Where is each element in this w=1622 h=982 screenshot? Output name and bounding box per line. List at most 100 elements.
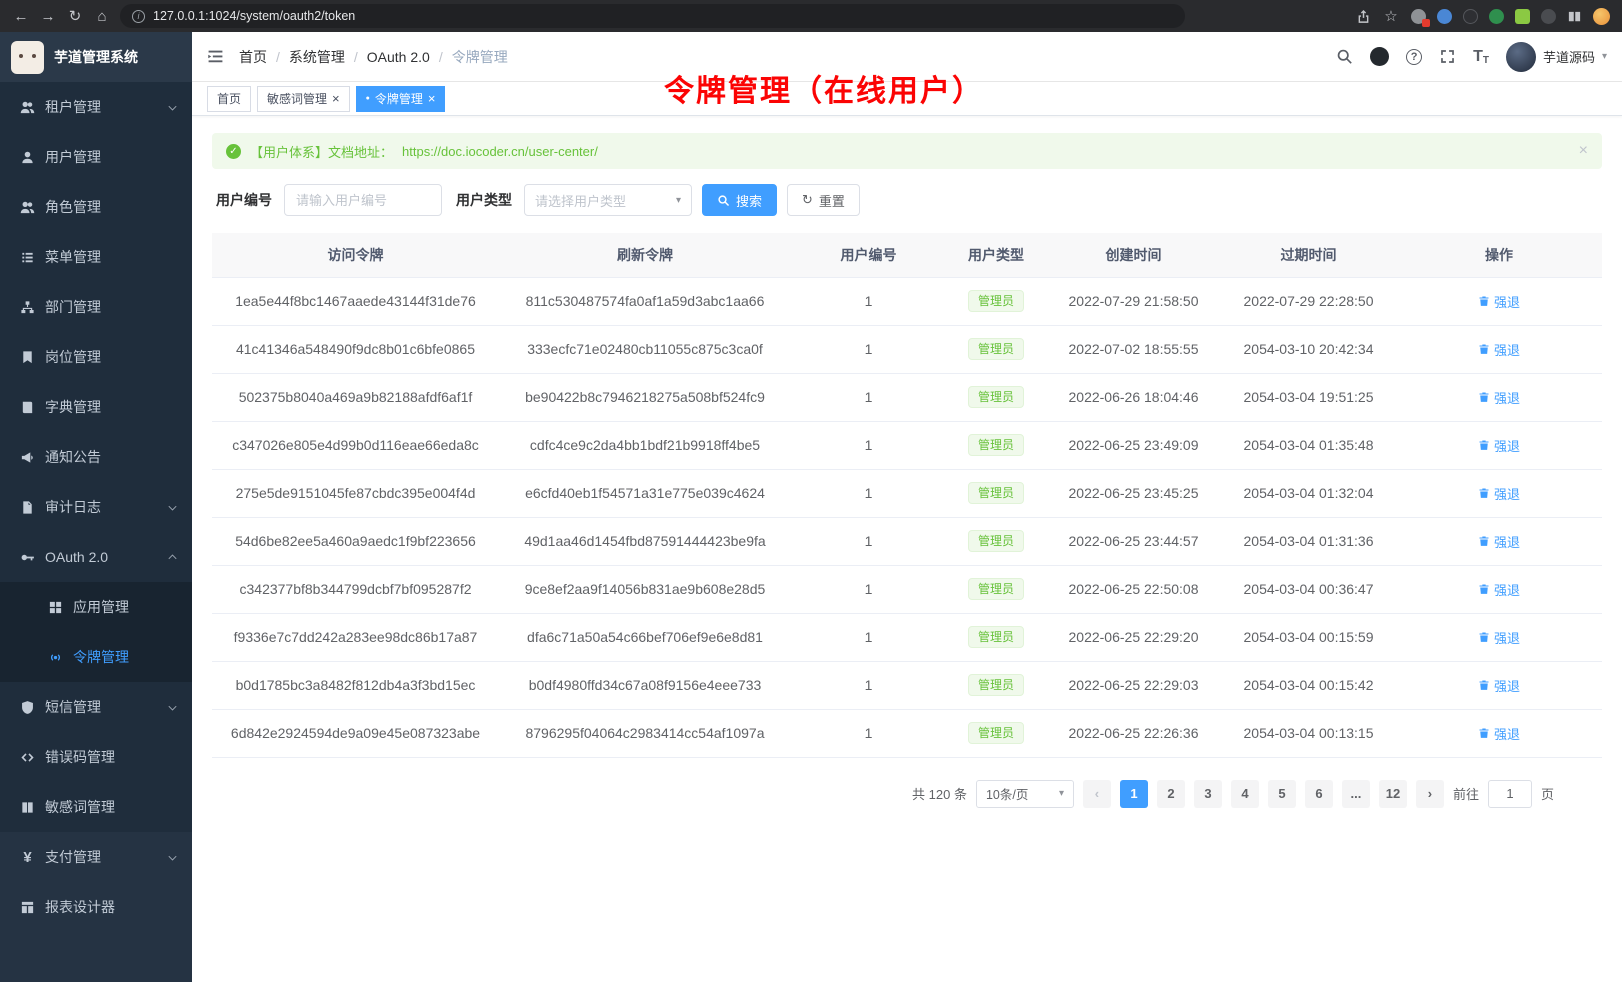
- sidebar-item-post-mgmt[interactable]: 岗位管理: [0, 332, 192, 382]
- close-tab-icon[interactable]: ×: [428, 92, 436, 105]
- tab-home[interactable]: 首页: [207, 86, 251, 112]
- force-logout-button[interactable]: 强退: [1478, 532, 1520, 551]
- extension-icon-6[interactable]: [1541, 9, 1556, 24]
- user-id-label: 用户编号: [216, 190, 272, 210]
- split-view-icon[interactable]: [1567, 9, 1582, 24]
- sidebar-item-audit-log[interactable]: 审计日志: [0, 482, 192, 532]
- sidebar-item-dict-mgmt[interactable]: 字典管理: [0, 382, 192, 432]
- sidebar-item-tenant-mgmt[interactable]: 租户管理: [0, 82, 192, 132]
- doc-link[interactable]: https://doc.iocoder.cn/user-center/: [402, 144, 598, 159]
- user-type-badge: 管理员: [968, 626, 1024, 648]
- user-menu[interactable]: 芋道源码 ▾: [1506, 42, 1607, 72]
- sidebar-item-user-mgmt[interactable]: 用户管理: [0, 132, 192, 182]
- force-logout-button[interactable]: 强退: [1478, 676, 1520, 695]
- table-row: 502375b8040a469a9b82188afdf6af1f be90422…: [212, 373, 1602, 421]
- token-broadcast-icon: [48, 650, 63, 665]
- bookmark-star-icon[interactable]: ☆: [1382, 7, 1400, 25]
- force-logout-button[interactable]: 强退: [1478, 292, 1520, 311]
- sidebar-item-notice[interactable]: 通知公告: [0, 432, 192, 482]
- page-button-1[interactable]: 1: [1120, 780, 1148, 808]
- table-row: b0d1785bc3a8482f812db4a3f3bd15ec b0df498…: [212, 661, 1602, 709]
- sidebar-item-menu-mgmt[interactable]: 菜单管理: [0, 232, 192, 282]
- extension-icon-2[interactable]: [1437, 9, 1452, 24]
- extension-icon-1[interactable]: [1411, 9, 1426, 24]
- search-button[interactable]: 搜索: [702, 184, 777, 216]
- sidebar-item-dept-mgmt[interactable]: 部门管理: [0, 282, 192, 332]
- goto-suffix: 页: [1541, 784, 1554, 803]
- sidebar-item-token-mgmt[interactable]: 令牌管理: [0, 632, 192, 682]
- tab-token-mgmt[interactable]: ● 令牌管理 ×: [356, 86, 446, 112]
- col-created-time: 创建时间: [1046, 233, 1221, 277]
- sidebar-item-sms-mgmt[interactable]: 短信管理: [0, 682, 192, 732]
- fullscreen-icon[interactable]: [1439, 48, 1456, 65]
- sidebar-item-app-mgmt[interactable]: 应用管理: [0, 582, 192, 632]
- page-content: ✓ 【用户体系】文档地址： https://doc.iocoder.cn/use…: [192, 116, 1622, 982]
- app-title: 芋道管理系统: [54, 47, 138, 67]
- sidebar-item-report-designer[interactable]: 报表设计器: [0, 882, 192, 932]
- reload-icon[interactable]: ↻: [66, 7, 84, 25]
- cell-refresh-token: 49d1aa46d1454fbd87591444423be9fa: [499, 517, 791, 565]
- app-logo[interactable]: 芋道管理系统: [0, 32, 192, 82]
- site-info-icon[interactable]: i: [132, 10, 145, 23]
- home-icon[interactable]: ⌂: [93, 8, 111, 25]
- page-button-12[interactable]: 12: [1379, 780, 1407, 808]
- col-actions: 操作: [1396, 233, 1602, 277]
- sidebar-item-error-code-mgmt[interactable]: 错误码管理: [0, 732, 192, 782]
- sidebar-item-sensitive-word-mgmt[interactable]: 敏感词管理: [0, 782, 192, 832]
- prev-page-button[interactable]: ‹: [1083, 780, 1111, 808]
- reset-button[interactable]: ↻ 重置: [787, 184, 860, 216]
- close-alert-icon[interactable]: ×: [1579, 142, 1588, 160]
- force-logout-button[interactable]: 强退: [1478, 628, 1520, 647]
- force-logout-button[interactable]: 强退: [1478, 436, 1520, 455]
- force-logout-button[interactable]: 强退: [1478, 580, 1520, 599]
- page-button-6[interactable]: 6: [1305, 780, 1333, 808]
- forward-icon[interactable]: →: [39, 8, 57, 25]
- close-tab-icon[interactable]: ×: [332, 92, 340, 105]
- token-table: 访问令牌 刷新令牌 用户编号 用户类型 创建时间 过期时间 操作 1ea5e44…: [212, 233, 1602, 758]
- page-button-5[interactable]: 5: [1268, 780, 1296, 808]
- github-icon[interactable]: [1370, 47, 1389, 66]
- page-button-3[interactable]: 3: [1194, 780, 1222, 808]
- extension-icon-3[interactable]: [1463, 9, 1478, 24]
- force-logout-button[interactable]: 强退: [1478, 340, 1520, 359]
- extension-icon-4[interactable]: [1489, 9, 1504, 24]
- sidebar-toggle-icon[interactable]: [207, 48, 224, 65]
- annotation-text: 令牌管理（在线用户）: [664, 66, 984, 110]
- breadcrumb-item[interactable]: 首页: [239, 47, 267, 67]
- browser-profile-avatar[interactable]: [1593, 8, 1610, 25]
- address-bar[interactable]: i 127.0.0.1:1024/system/oauth2/token: [120, 4, 1185, 28]
- caret-down-icon: ▾: [1602, 51, 1607, 62]
- next-page-button[interactable]: ›: [1416, 780, 1444, 808]
- force-logout-button[interactable]: 强退: [1478, 484, 1520, 503]
- breadcrumb-separator: /: [439, 49, 443, 65]
- page-size-select[interactable]: 10条/页 ▾: [976, 780, 1074, 808]
- force-logout-button[interactable]: 强退: [1478, 724, 1520, 743]
- force-logout-button[interactable]: 强退: [1478, 388, 1520, 407]
- user-type-select[interactable]: 请选择用户类型 ▾: [524, 184, 692, 216]
- page-button-2[interactable]: 2: [1157, 780, 1185, 808]
- sidebar-item-pay-mgmt[interactable]: ¥ 支付管理: [0, 832, 192, 882]
- share-icon[interactable]: [1356, 9, 1371, 24]
- goto-page-input[interactable]: [1488, 780, 1532, 808]
- sidebar-item-role-mgmt[interactable]: 角色管理: [0, 182, 192, 232]
- app-grid-icon: [48, 600, 63, 615]
- breadcrumb-item[interactable]: 系统管理: [289, 47, 345, 67]
- page-ellipsis[interactable]: ...: [1342, 780, 1370, 808]
- active-dot-icon: ●: [366, 95, 370, 102]
- back-icon[interactable]: ←: [12, 8, 30, 25]
- sidebar-item-oauth2[interactable]: OAuth 2.0: [0, 532, 192, 582]
- page-button-4[interactable]: 4: [1231, 780, 1259, 808]
- cell-user-id: 1: [791, 613, 946, 661]
- chevron-down-icon: [167, 702, 178, 713]
- extension-icon-5[interactable]: [1515, 9, 1530, 24]
- cell-refresh-token: 811c530487574fa0af1a59d3abc1aa66: [499, 277, 791, 325]
- cell-access-token: 1ea5e44f8bc1467aaede43144f31de76: [212, 277, 499, 325]
- font-size-icon[interactable]: TT: [1473, 48, 1489, 66]
- tab-sensitive-word[interactable]: 敏感词管理 ×: [257, 86, 350, 112]
- sidebar-item-label: 字典管理: [45, 397, 178, 417]
- breadcrumb-item[interactable]: OAuth 2.0: [367, 49, 430, 65]
- user-id-input[interactable]: [284, 184, 442, 216]
- help-icon[interactable]: ?: [1406, 49, 1422, 65]
- user-type-badge: 管理员: [968, 530, 1024, 552]
- search-icon[interactable]: [1336, 48, 1353, 65]
